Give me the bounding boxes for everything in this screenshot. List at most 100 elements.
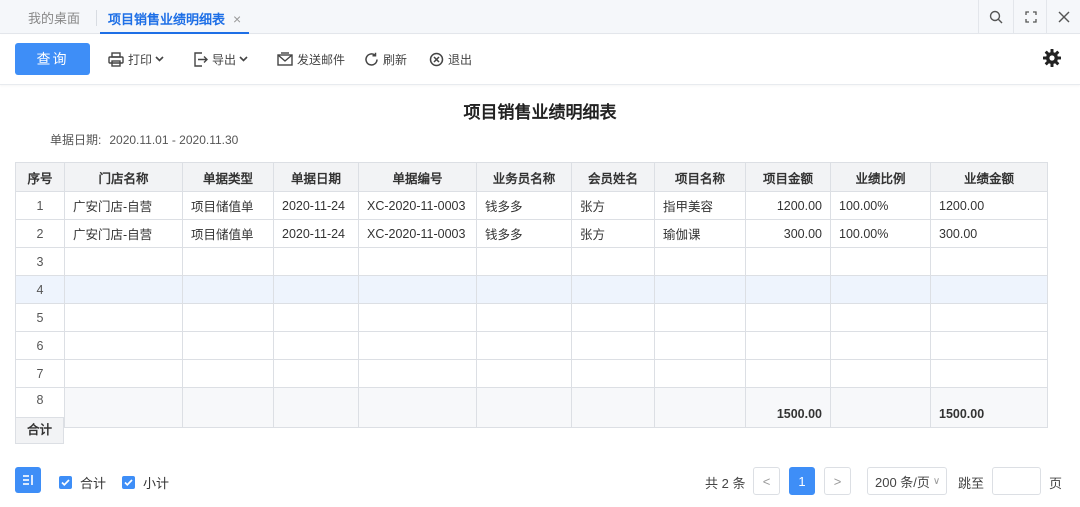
row-index: 7: [15, 359, 65, 388]
table-cell: [571, 275, 655, 304]
table-cell: [358, 247, 477, 276]
column-header[interactable]: 单据日期: [273, 162, 359, 192]
date-range: 单据日期: 2020.11.01 - 2020.11.30: [50, 131, 238, 148]
gear-icon[interactable]: [1042, 48, 1062, 71]
table-cell: 钱多多: [476, 191, 572, 220]
column-header[interactable]: 项目名称: [654, 162, 746, 192]
table-row[interactable]: 2 广安门店-自营 项目储值单 2020-11-24 XC-2020-11-0003 钱多…: [15, 219, 1048, 248]
column-header[interactable]: 单据编号: [358, 162, 477, 192]
table-cell: [830, 275, 931, 304]
export-icon: [194, 51, 208, 67]
print-button[interactable]: 打印: [108, 43, 168, 75]
tab-bar: 我的桌面 项目销售业绩明细表 ×: [0, 0, 1080, 34]
table-cell: [745, 247, 831, 276]
refresh-button[interactable]: 刷新: [364, 43, 407, 75]
close-icon[interactable]: [1046, 0, 1080, 34]
table-cell: [273, 359, 359, 388]
query-button[interactable]: 查询: [15, 43, 90, 75]
date-range-label: 单据日期:: [50, 133, 102, 147]
search-icon[interactable]: [978, 0, 1012, 34]
table-cell: 钱多多: [476, 219, 572, 248]
table-cell: 项目储值单: [182, 191, 274, 220]
fullscreen-icon[interactable]: [1013, 0, 1047, 34]
report-title: 项目销售业绩明细表: [463, 103, 617, 122]
page-unit-label: 页: [1049, 476, 1063, 491]
table-cell: [745, 275, 831, 304]
exit-button[interactable]: 退出: [429, 43, 472, 75]
table-row[interactable]: 5: [15, 303, 1048, 332]
goto-page-input[interactable]: [992, 467, 1041, 495]
table-cell: [654, 331, 746, 360]
table-cell: [64, 275, 183, 304]
tab-home[interactable]: 我的桌面: [28, 0, 80, 34]
table-cell: [182, 247, 274, 276]
show-subtotal-checkbox[interactable]: 小计: [122, 473, 169, 492]
pager-page-1[interactable]: 1: [789, 467, 815, 495]
page-size-value: 200 条/页: [875, 474, 930, 490]
pager-next-button[interactable]: >: [824, 467, 851, 495]
show-total-label: 合计: [80, 476, 107, 491]
pager-prev-button[interactable]: <: [753, 467, 780, 495]
table-cell: [830, 387, 931, 428]
total-amount: 1500.00: [745, 387, 831, 428]
table-cell: [476, 303, 572, 332]
table-cell: [830, 359, 931, 388]
table-row[interactable]: 4: [15, 275, 1048, 304]
column-header[interactable]: 会员姓名: [571, 162, 655, 192]
table-cell: 2020-11-24: [273, 219, 359, 248]
table-cell: [476, 331, 572, 360]
tab-active-indicator: [100, 32, 250, 34]
table-cell: [654, 303, 746, 332]
column-settings-button[interactable]: [15, 467, 41, 493]
table-cell: [273, 387, 359, 428]
column-header[interactable]: 业绩金额: [930, 162, 1048, 192]
table-cell: 1200.00: [745, 191, 831, 220]
page-size-select[interactable]: 200 条/页 ∨: [867, 467, 947, 495]
column-header[interactable]: 序号: [15, 162, 65, 192]
table-cell: [182, 303, 274, 332]
row-index: 6: [15, 331, 65, 360]
list-icon: [23, 475, 33, 485]
table-cell: 广安门店-自营: [64, 219, 183, 248]
table-cell: 项目储值单: [182, 219, 274, 248]
table-row[interactable]: 8 1500.00 1500.00: [15, 387, 1048, 428]
show-total-checkbox[interactable]: 合计: [59, 473, 106, 492]
total-label: 合计: [15, 417, 64, 444]
export-button[interactable]: 导出: [193, 43, 252, 75]
table-row[interactable]: 7: [15, 359, 1048, 388]
column-header[interactable]: 单据类型: [182, 162, 274, 192]
column-header[interactable]: 业绩比例: [830, 162, 931, 192]
tab-sales-detail[interactable]: 项目销售业绩明细表 ×: [100, 0, 250, 34]
table-cell: [745, 303, 831, 332]
table-cell: [358, 275, 477, 304]
table-header-row: 序号 门店名称 单据类型 单据日期 单据编号 业务员名称 会员姓名 项目名称 项目金额 业绩比例业…: [15, 162, 1048, 192]
table-row[interactable]: 6: [15, 331, 1048, 360]
tab-close-icon[interactable]: ×: [233, 11, 241, 27]
column-header[interactable]: 门店名称: [64, 162, 183, 192]
mail-icon: [277, 51, 293, 66]
table-cell: [273, 247, 359, 276]
table-cell: [273, 275, 359, 304]
row-index: 4: [15, 275, 65, 304]
column-header[interactable]: 业务员名称: [476, 162, 572, 192]
table-cell: XC-2020-11-0003: [358, 191, 477, 220]
table-cell: [182, 387, 274, 428]
print-label: 打印: [128, 52, 153, 67]
checkbox-checked-icon: [59, 476, 72, 489]
table-cell: [571, 303, 655, 332]
column-header[interactable]: 项目金额: [745, 162, 831, 192]
table-cell: 张方: [571, 219, 655, 248]
table-row[interactable]: 3: [15, 247, 1048, 276]
table-cell: [64, 359, 183, 388]
table-row[interactable]: 1 广安门店-自营 项目储值单 2020-11-24 XC-2020-11-0003 钱多…: [15, 191, 1048, 220]
pager-total-count: 共 2 条: [705, 476, 746, 491]
table-cell: [654, 359, 746, 388]
table-cell: [930, 247, 1048, 276]
table-cell: [476, 387, 572, 428]
show-subtotal-label: 小计: [143, 476, 170, 491]
chevron-down-icon: [155, 56, 164, 62]
table-cell: [182, 331, 274, 360]
send-mail-button[interactable]: 发送邮件: [277, 43, 345, 75]
exit-label: 退出: [448, 52, 473, 67]
table-cell: [654, 275, 746, 304]
